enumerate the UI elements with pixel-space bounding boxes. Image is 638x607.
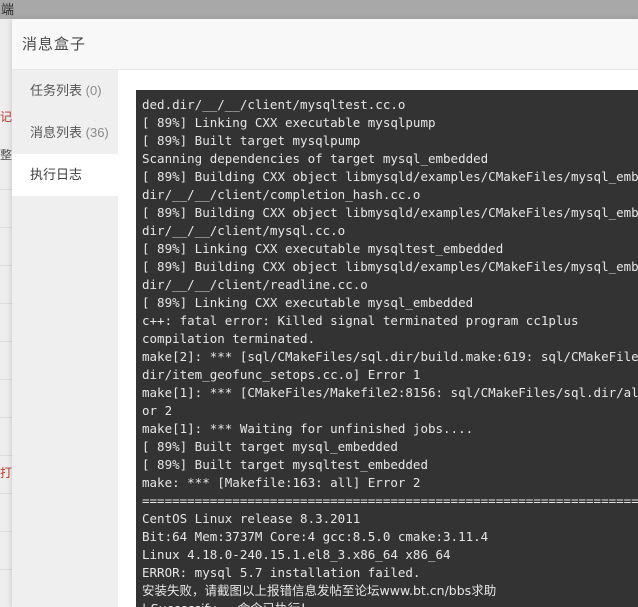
dialog-sidebar: 任务列表 (0) 消息列表 (36) 执行日志 xyxy=(12,70,118,607)
log-line: [ 89%] Linking CXX executable mysqltest_… xyxy=(142,241,504,256)
background-divider xyxy=(0,493,12,494)
log-line: 安装失败，请截图以上报错信息发帖至论坛www.bt.cn/bbs求助 xyxy=(142,583,497,598)
background-divider xyxy=(0,303,12,304)
log-line: Scanning dependencies of target mysql_em… xyxy=(142,151,489,166)
sidebar-item-label: 任务列表 xyxy=(30,83,83,98)
sidebar-item-count: (36) xyxy=(85,125,109,140)
log-line: [ 89%] Built target mysqltest_embedded xyxy=(142,457,428,472)
terminal-output[interactable]: ded.dir/__/__/client/mysqltest.cc.o [ 89%… xyxy=(136,90,638,607)
log-line: make[2]: *** [sql/CMakeFiles/sql.dir/bui… xyxy=(142,349,638,364)
background-topbar: 端 xyxy=(0,0,638,19)
background-divider xyxy=(0,531,12,532)
background-divider xyxy=(0,379,12,380)
log-line: [ 89%] Building CXX object libmysqld/exa… xyxy=(142,205,638,220)
sidebar-item-count: (0) xyxy=(85,83,102,98)
background-sidebar-glyph: 打 xyxy=(0,467,12,479)
log-line: [ 89%] Built target mysql_embedded xyxy=(142,439,398,454)
log-line: [ 89%] Built target mysqlpump xyxy=(142,133,361,148)
dialog-body: 任务列表 (0) 消息列表 (36) 执行日志 ded.dir/__/__/cl… xyxy=(12,70,638,607)
log-line: |-Successify --- 命令已执行！ --- xyxy=(142,600,638,607)
sidebar-item-label: 执行日志 xyxy=(30,167,83,182)
sidebar-item-label: 消息列表 xyxy=(30,125,83,140)
log-line: Bit:64 Mem:3737M Core:4 gcc:8.5.0 cmake:… xyxy=(142,529,489,544)
sidebar-item-execution-log[interactable]: 执行日志 xyxy=(12,154,118,196)
background-divider xyxy=(0,227,12,228)
background-divider xyxy=(0,569,12,570)
log-line: [ 89%] Building CXX object libmysqld/exa… xyxy=(142,259,638,274)
background-sidebar-glyph: 整 xyxy=(0,149,12,161)
log-line: ERROR: mysql 5.7 installation failed. xyxy=(142,565,421,580)
log-line: Linux 4.18.0-240.15.1.el8_3.x86_64 x86_6… xyxy=(142,547,451,562)
log-line: [ 89%] Building CXX object libmysqld/exa… xyxy=(142,169,638,184)
log-line: make: *** [Makefile:163: all] Error 2 xyxy=(142,475,421,490)
log-line: dir/__/__/client/completion_hash.cc.o xyxy=(142,187,421,202)
log-line: dir/__/__/client/mysql.cc.o xyxy=(142,223,346,238)
log-line: CentOS Linux release 8.3.2011 xyxy=(142,511,361,526)
background-topbar-label: 端 xyxy=(1,2,15,17)
background-divider xyxy=(0,341,12,342)
background-divider xyxy=(0,455,12,456)
log-line: make[1]: *** [CMakeFiles/Makefile2:8156:… xyxy=(142,385,638,400)
log-line: ========================================… xyxy=(142,493,638,508)
log-line: compilation terminated. xyxy=(142,331,316,346)
log-line: c++: fatal error: Killed signal terminat… xyxy=(142,313,579,328)
log-line: [ 89%] Linking CXX executable mysql_embe… xyxy=(142,295,474,310)
sidebar-item-message-list[interactable]: 消息列表 (36) xyxy=(12,112,118,154)
sidebar-item-task-list[interactable]: 任务列表 (0) xyxy=(12,70,118,112)
log-line: dir/__/__/client/readline.cc.o xyxy=(142,277,368,292)
message-box-dialog: 消息盒子 任务列表 (0) 消息列表 (36) 执行日志 ded.dir/__/… xyxy=(12,19,638,607)
dialog-header: 消息盒子 xyxy=(12,19,638,70)
execution-log-panel: ded.dir/__/__/client/mysqltest.cc.o [ 89%… xyxy=(118,70,638,607)
background-divider xyxy=(0,265,12,266)
page-title: 消息盒子 xyxy=(22,36,87,53)
background-divider xyxy=(0,189,12,190)
log-line: or 2 xyxy=(142,403,173,418)
log-line: [ 89%] Linking CXX executable mysqlpump xyxy=(142,115,436,130)
background-sidebar-glyph: 记 xyxy=(0,111,12,123)
log-line: dir/item_geofunc_setops.cc.o] Error 1 xyxy=(142,367,421,382)
log-line: make[1]: *** Waiting for unfinished jobs… xyxy=(142,421,474,436)
background-divider xyxy=(0,417,12,418)
log-line: ded.dir/__/__/client/mysqltest.cc.o xyxy=(142,97,406,112)
